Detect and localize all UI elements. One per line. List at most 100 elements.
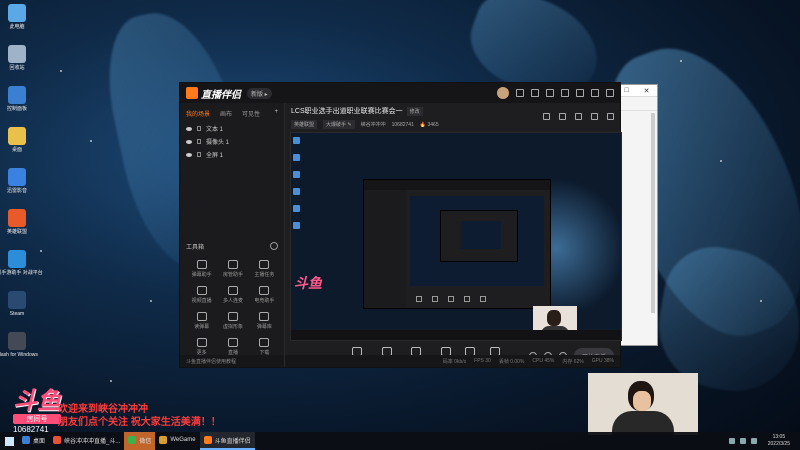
minimize-icon[interactable] <box>576 89 584 97</box>
tab-my-scenes[interactable]: 我的场景 <box>186 109 210 118</box>
taskbar-item[interactable]: 微信 <box>124 432 156 450</box>
windows-icon <box>4 436 14 446</box>
desktop-icon[interactable]: 回收站 <box>2 45 32 71</box>
desktop-icon[interactable]: 桌面 <box>2 127 32 153</box>
close-icon[interactable]: ✕ <box>644 87 650 95</box>
taskbar-item-label: 桌面 <box>33 438 46 445</box>
taskbar-item[interactable]: 峡谷冲冲冲直播_斗... <box>49 432 124 450</box>
room-tag[interactable]: 大爆破手 ✎ <box>323 120 355 129</box>
desktop-icon-label: 回收站 <box>9 65 25 71</box>
tool-item[interactable]: 多人连麦 <box>217 286 248 304</box>
forward-icon[interactable] <box>607 113 614 120</box>
settings-icon[interactable] <box>561 89 569 97</box>
douyu-brand-overlay: 斗鱼 房间号 10682741 <box>13 390 61 434</box>
tutorial-status[interactable]: 斗鱼直播伴侣使用教程 <box>180 355 284 367</box>
network-icon[interactable] <box>739 438 746 444</box>
desktop-icon[interactable]: Steam <box>2 291 32 317</box>
shield-icon[interactable] <box>728 438 735 444</box>
eye-icon[interactable] <box>186 152 192 157</box>
version-button[interactable]: 新版 ▸ <box>247 87 272 99</box>
tool-item[interactable]: 弹幕库 <box>249 312 280 330</box>
scene-item-fullscreen[interactable]: 全屏 1 <box>180 148 284 161</box>
taskbar-item-label: WeGame <box>170 437 196 443</box>
room-info-bar: LCS职业选手出道职业联赛比赛会一 修改 英雄联盟 大爆破手 ✎ 峡谷冲冲冲 1… <box>285 103 620 129</box>
app-logo: 直播伴侣 <box>186 86 241 101</box>
tool-item[interactable]: 直播 <box>217 338 248 356</box>
desktop-app-icon <box>8 4 26 22</box>
tool-icon <box>196 286 207 295</box>
background-browser-window[interactable]: □ ✕ <box>616 84 658 346</box>
tool-item[interactable]: 下载 <box>249 338 280 356</box>
tool-item[interactable]: 主播任务 <box>249 260 280 278</box>
toolbox-grid: 弹幕助手 房管助手 主播任务视频直播 多人连麦 电竞助手读弹幕 虚拟形象 弹幕库更多 直播 下载 <box>186 260 280 356</box>
tool-label: 多人连麦 <box>222 298 243 304</box>
tutorial-link[interactable]: 斗鱼直播伴侣使用教程 <box>186 358 236 365</box>
stat-value: GPU 38% <box>591 358 614 364</box>
more-icon[interactable] <box>270 242 278 250</box>
message-icon[interactable] <box>516 89 524 97</box>
room-category[interactable]: 英雄联盟 <box>291 120 318 129</box>
stat-value: FPS 30 <box>474 358 491 364</box>
desktop-icon[interactable]: 英雄联盟 <box>2 209 32 235</box>
lock-icon[interactable] <box>197 139 201 144</box>
lock-icon[interactable] <box>197 126 201 131</box>
tool-item[interactable]: 电竞助手 <box>249 286 280 304</box>
scene-tabs: 我的场景 画布 可见性 + <box>180 103 284 122</box>
start-button[interactable] <box>0 432 18 450</box>
taskbar-item-label: 峡谷冲冲冲直播_斗... <box>64 438 121 445</box>
link-icon[interactable] <box>559 113 566 120</box>
toolbox-header: 工具箱 <box>186 242 278 251</box>
desktop-icon[interactable]: Clash for Windows <box>0 332 38 358</box>
lock-icon[interactable] <box>197 152 201 157</box>
bell-icon[interactable] <box>575 113 582 120</box>
tool-label: 读弹幕 <box>194 324 210 330</box>
taskbar-item[interactable]: WeGame <box>155 432 199 450</box>
tab-canvas[interactable]: 画布 <box>220 109 232 118</box>
volume-icon[interactable] <box>750 438 757 444</box>
stat-value: 码率 0kb/s <box>442 358 467 365</box>
tool-item[interactable]: 更多 <box>186 338 217 356</box>
taskbar-item[interactable]: 桌面 <box>18 432 49 450</box>
eye-icon[interactable] <box>186 139 192 144</box>
tool-icon <box>259 338 270 347</box>
tool-item[interactable]: 弹幕助手 <box>186 260 217 278</box>
edit-title-button[interactable]: 修改 <box>406 106 423 116</box>
tool-item[interactable]: 视频直播 <box>186 286 217 304</box>
main-area: LCS职业选手出道职业联赛比赛会一 修改 英雄联盟 大爆破手 ✎ 峡谷冲冲冲 1… <box>285 103 622 367</box>
gift-icon[interactable] <box>531 89 539 97</box>
scene-item-label: 文本 1 <box>206 127 224 133</box>
tool-icon <box>259 286 270 295</box>
share-icon[interactable] <box>543 113 550 120</box>
toolbox-title: 工具箱 <box>186 245 205 251</box>
maximize-icon[interactable]: □ <box>624 87 628 94</box>
tool-item[interactable]: 虚拟形象 <box>217 312 248 330</box>
maximize-icon[interactable] <box>591 89 599 97</box>
add-scene-button[interactable]: + <box>274 109 278 118</box>
taskbar-item-label: 斗鱼直播伴侣 <box>214 438 251 445</box>
stat-value: CPU 45% <box>532 358 555 364</box>
preview-taskbar <box>291 330 621 340</box>
desktop-icon[interactable]: 控制面板 <box>2 86 32 112</box>
shirt-icon[interactable] <box>546 89 554 97</box>
stream-preview[interactable]: 斗鱼 <box>290 132 622 341</box>
tab-visibility[interactable]: 可见性 <box>242 109 260 118</box>
tool-item[interactable]: 读弹幕 <box>186 312 217 330</box>
close-icon[interactable] <box>606 89 614 97</box>
desktop-icon[interactable]: 此电脑 <box>2 4 32 30</box>
desktop-app-icon <box>8 209 26 227</box>
desktop-icon[interactable]: 迅雷影音 <box>2 168 32 194</box>
tool-item[interactable]: 房管助手 <box>217 260 248 278</box>
broadcast-icon[interactable] <box>591 113 598 120</box>
room-host: 峡谷冲冲冲 <box>360 122 386 128</box>
scene-item-text[interactable]: 文本 1 <box>180 122 284 135</box>
desktop-icon[interactable]: 腾讯手游助手 对战平台 <box>0 250 43 276</box>
scene-item-camera[interactable]: 摄像头 1 <box>180 135 284 148</box>
stat-value: 内存 62% <box>562 358 584 365</box>
user-avatar[interactable] <box>497 87 509 99</box>
taskbar-item[interactable]: 斗鱼直播伴侣 <box>199 432 255 450</box>
browser-scrollbar[interactable] <box>651 113 655 313</box>
clock[interactable]: 13:05 2022/3/25 <box>762 434 796 448</box>
tool-label: 房管助手 <box>222 272 243 278</box>
desktop-icon-label: 此电脑 <box>9 24 25 30</box>
eye-icon[interactable] <box>186 126 192 131</box>
